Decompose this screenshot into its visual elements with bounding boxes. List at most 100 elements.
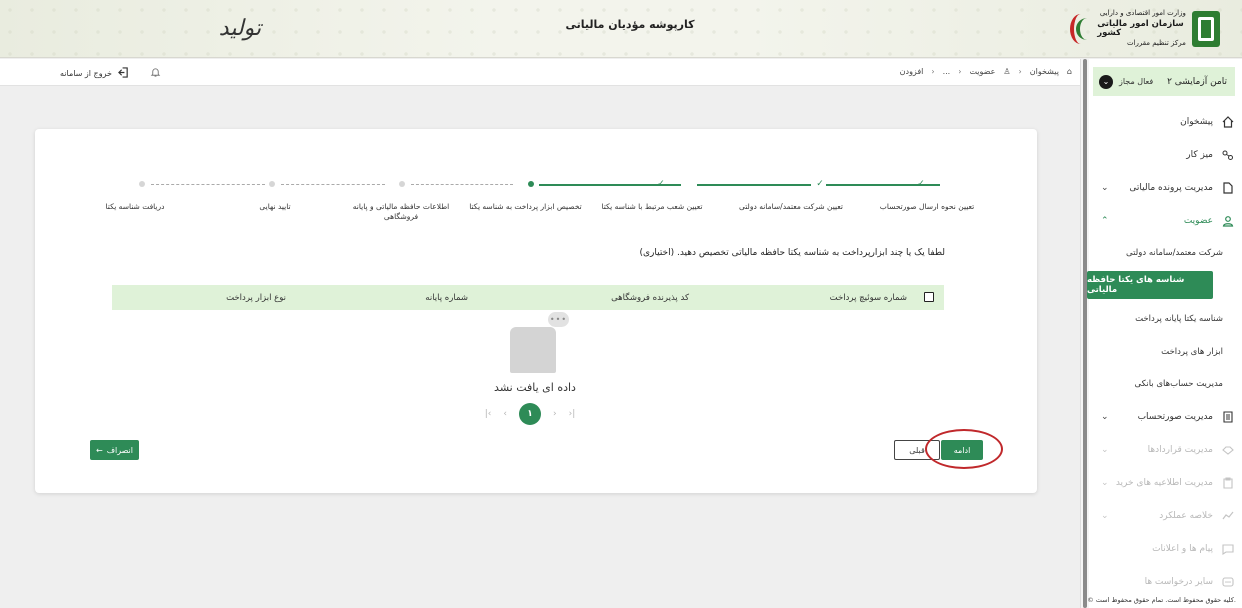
column-header-tool-type[interactable]: نوع ابزار پرداخت: [226, 293, 286, 303]
sidebar-item-invoices[interactable]: ⌄ مدیریت صورتحساب: [1093, 406, 1235, 428]
sidebar-subitem-label: شرکت معتمد/سامانه دولتی: [1126, 248, 1223, 258]
step-pending-dot: [269, 181, 275, 187]
chevron-down-icon: ⌄: [1101, 445, 1109, 455]
sidebar-item-membership[interactable]: ⌃ عضویت: [1093, 210, 1235, 232]
previous-label: قبلی: [909, 445, 925, 455]
sidebar-subitem-bank-accounts[interactable]: مدیریت حساب‌های بانکی: [1093, 374, 1223, 394]
last-page-icon[interactable]: |‹: [485, 409, 492, 419]
sidebar-item-label: میز کار: [1186, 150, 1213, 160]
sidebar-item-label: خلاصه عملکرد: [1159, 511, 1213, 521]
first-page-icon[interactable]: ›|: [569, 409, 576, 419]
page-number-button[interactable]: ۱: [519, 403, 541, 425]
breadcrumb-item-dashboard[interactable]: پیشخوان: [1030, 67, 1059, 76]
user-role: فعال مجاز: [1119, 77, 1154, 86]
app-title: کارپوشه مؤدیان مالیاتی: [565, 18, 695, 31]
wizard-stepper: ✓ ✓ ✓ تعیین نحوه ارسال صورتحساب تعیین شر…: [35, 129, 1037, 229]
receipt-icon: [1221, 410, 1235, 424]
share-icon: [1221, 148, 1235, 162]
sidebar-item-label: پیام ها و اعلانات: [1152, 544, 1213, 554]
sidebar-item-purchase-notices[interactable]: ⌄ مدیریت اطلاعیه های خرید: [1093, 472, 1235, 494]
step-pending-dot: [139, 181, 145, 187]
message-icon: [1221, 542, 1235, 556]
tax-org-name: وزارت امور اقتصادی و دارایی سازمان امور …: [1097, 9, 1186, 48]
sidebar-subitem-label: شناسه یکتا پایانه پرداخت: [1135, 314, 1223, 324]
copyright-text: © کلیه حقوق محفوظ است. تمام حقوق محفوظ ا…: [1087, 596, 1236, 604]
breadcrumb-item-ellipsis[interactable]: ...: [943, 67, 951, 76]
clipboard-icon: [1221, 476, 1235, 490]
logout-button[interactable]: خروج از سامانه: [60, 67, 129, 80]
cancel-button[interactable]: ← انصراف: [90, 440, 139, 460]
chevron-up-icon: ⌃: [1101, 216, 1109, 226]
step-label: تعیین نحوه ارسال صورتحساب: [879, 202, 975, 211]
stepper-line: [281, 184, 385, 185]
chevron-down-icon: ⌄: [1101, 412, 1109, 422]
sidebar-subitem-label: شناسه های یکتا حافظه مالیاتی: [1087, 275, 1185, 295]
step-label: تخصیص ابزار پرداخت به شناسه یکتا: [469, 202, 582, 211]
user-role-selector[interactable]: ⌄ فعال مجاز تامن آزمایشی ۲: [1093, 67, 1235, 96]
sidebar-item-label: مدیریت پرونده مالیاتی: [1129, 183, 1213, 193]
handshake-icon: [1221, 443, 1235, 457]
sidebar-item-tax-file[interactable]: ⌄ مدیریت پرونده مالیاتی: [1093, 177, 1235, 199]
sidebar-item-other-requests[interactable]: سایر درخواست ها: [1093, 571, 1235, 593]
stepper-line: [411, 184, 513, 185]
breadcrumb-chevron-icon: ‹: [1018, 67, 1022, 76]
user-icon: [1221, 214, 1235, 228]
empty-box-icon: [510, 327, 556, 373]
column-header-merchant-code[interactable]: کد پذیرنده فروشگاهی: [611, 293, 689, 303]
sidebar-item-workdesk[interactable]: میز کار: [1093, 144, 1235, 166]
table-header: شماره سوئیچ پرداخت کد پذیرنده فروشگاهی ش…: [112, 285, 944, 310]
logout-icon: [118, 67, 129, 80]
chevron-down-icon: ⌄: [1101, 511, 1109, 521]
step-done-check-icon: ✓: [657, 179, 665, 189]
step-label: تعیین شعب مرتبط با شناسه یکتا: [601, 202, 703, 211]
step-done-check-icon: ✓: [917, 179, 925, 189]
more-icon: [1221, 575, 1235, 589]
breadcrumb-home-icon: ⌂: [1066, 67, 1072, 76]
notification-bell-icon[interactable]: [150, 67, 161, 81]
sidebar-subitem-label: ابزار های پرداخت: [1161, 347, 1223, 357]
step-current-dot: [528, 181, 534, 187]
sidebar-subitem-fiscal-memory-ids[interactable]: شناسه های یکتا حافظه مالیاتی: [1087, 271, 1213, 299]
sidebar-item-label: مدیریت قراردادها: [1147, 445, 1213, 455]
scrollbar-thumb[interactable]: [1083, 59, 1087, 608]
sidebar-item-contracts[interactable]: ⌄ مدیریت قراردادها: [1093, 439, 1235, 461]
cancel-label: انصراف: [106, 445, 134, 455]
wizard-card: ✓ ✓ ✓ تعیین نحوه ارسال صورتحساب تعیین شر…: [35, 129, 1037, 493]
next-page-icon[interactable]: ›: [553, 409, 557, 419]
logout-label: خروج از سامانه: [60, 69, 112, 78]
sidebar-item-dashboard[interactable]: پیشخوان: [1093, 111, 1235, 133]
chevron-down-icon: ⌄: [1101, 478, 1109, 488]
prev-page-icon[interactable]: ‹: [503, 409, 507, 419]
sidebar-subitem-trusted-company[interactable]: شرکت معتمد/سامانه دولتی: [1093, 243, 1223, 263]
sidebar-item-performance-summary[interactable]: ⌄ خلاصه عملکرد: [1093, 505, 1235, 527]
stepper-line: [697, 184, 811, 186]
breadcrumb-item-add: افزودن: [899, 67, 924, 76]
breadcrumb-bar: خروج از سامانه ⌂ پیشخوان ‹ ♙ عضویت ‹ ...…: [0, 59, 1080, 86]
sidebar-scrollbar[interactable]: [1081, 59, 1089, 608]
sidebar-item-messages[interactable]: پیام ها و اعلانات: [1093, 538, 1235, 560]
sidebar: ⌄ فعال مجاز تامن آزمایشی ۲ پیشخوان میز ک…: [1080, 59, 1242, 608]
sidebar-subitem-terminal-id[interactable]: شناسه یکتا پایانه پرداخت: [1093, 309, 1223, 329]
arrow-left-icon: ←: [95, 445, 103, 455]
highlight-annotation-circle: [925, 429, 1003, 469]
breadcrumb-item-membership[interactable]: عضویت: [969, 67, 995, 76]
pagination: |‹ ‹ ۱ › ›|: [470, 403, 590, 425]
breadcrumb-chevron-icon: ‹: [931, 67, 935, 76]
sidebar-item-label: پیشخوان: [1180, 117, 1213, 127]
logo-line-2: سازمان امور مالیاتی کشور: [1097, 18, 1184, 38]
sidebar-item-label: عضویت: [1183, 216, 1213, 226]
step-label: تعیین شرکت معتمد/سامانه دولتی: [739, 202, 843, 211]
select-all-checkbox[interactable]: [924, 292, 934, 302]
step-done-check-icon: ✓: [816, 179, 824, 189]
speech-bubble-icon: •••: [548, 312, 569, 327]
sidebar-item-label: سایر درخواست ها: [1144, 577, 1213, 587]
breadcrumb: ⌂ پیشخوان ‹ ♙ عضویت ‹ ... ‹ افزودن: [900, 67, 1072, 76]
tax-org-logo: وزارت امور اقتصادی و دارایی سازمان امور …: [1070, 8, 1220, 50]
column-header-switch-number[interactable]: شماره سوئیچ پرداخت: [830, 293, 907, 303]
breadcrumb-chevron-icon: ‹: [958, 67, 962, 76]
sidebar-subitem-payment-tools[interactable]: ابزار های پرداخت: [1093, 342, 1223, 362]
file-icon: [1221, 181, 1235, 195]
column-header-terminal-number[interactable]: شماره پایانه: [425, 293, 468, 303]
chevron-down-icon[interactable]: ⌄: [1099, 74, 1113, 89]
user-name: تامن آزمایشی ۲: [1167, 76, 1227, 87]
